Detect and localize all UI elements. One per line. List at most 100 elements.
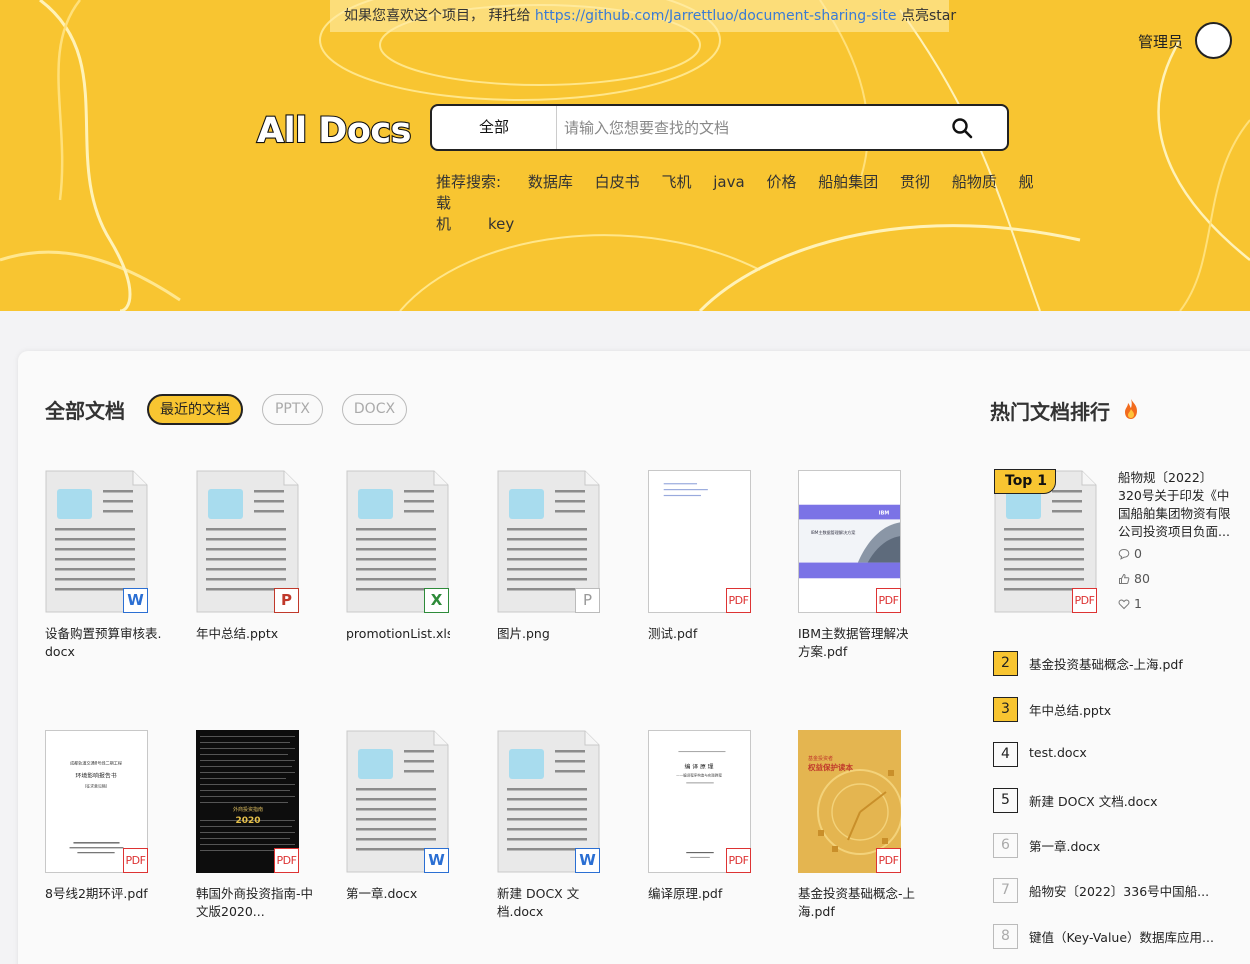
rank-number: 3 <box>993 697 1018 722</box>
filter-recent[interactable]: 最近的文档 <box>147 394 243 425</box>
logo-text: All Docs <box>257 111 411 150</box>
filter-pptx[interactable]: PPTX <box>262 394 323 425</box>
comment-stat: 0 <box>1118 546 1142 562</box>
doc-name: 设备购置预算审核表.docx <box>45 626 162 659</box>
rank-item[interactable]: 4 test.docx <box>993 742 1233 768</box>
recommend-tag[interactable]: key <box>488 215 514 233</box>
search-input[interactable] <box>558 106 938 149</box>
thumbnail-subtitle: ——编译程序构造与实践教程 <box>676 772 722 777</box>
pdf-icon: PDF <box>1072 588 1097 613</box>
rank-doc-name: 键值（Key-Value）数据库应用... <box>1029 930 1214 945</box>
recommend-tag[interactable]: 机 <box>436 215 451 233</box>
heart-icon <box>1118 599 1130 610</box>
banner-decoration <box>0 0 1250 311</box>
rank-number: 4 <box>993 742 1018 767</box>
thumbnail-subtitle: 权益保护读本 <box>807 762 853 772</box>
doc-name: 新建 DOCX 文档.docx <box>497 886 580 919</box>
recommend-tag[interactable]: 船物质 <box>952 173 997 191</box>
pdf-icon: PDF <box>726 588 751 613</box>
doc-name: 测试.pdf <box>648 626 698 641</box>
doc-name: 第一章.docx <box>346 886 418 901</box>
recommend-tag[interactable]: 贯彻 <box>900 173 930 191</box>
rank-number: 5 <box>993 788 1018 813</box>
excel-icon: X <box>424 588 449 613</box>
notice-prefix: 如果您喜欢这个项目， 拜托给 <box>344 8 535 24</box>
rank-item[interactable]: 2 基金投资基础概念-上海.pdf <box>993 651 1233 677</box>
doc-name: 编译原理.pdf <box>648 886 723 901</box>
like-count: 80 <box>1134 571 1150 586</box>
rank-doc-name: 新建 DOCX 文档.docx <box>1029 794 1158 809</box>
admin-label[interactable]: 管理员 <box>1138 31 1183 52</box>
thumbnail-title: 编 译 原 理 <box>684 763 713 771</box>
thumbnail-year: 2020 <box>235 816 260 826</box>
rank-item[interactable]: 3 年中总结.pptx <box>993 697 1233 723</box>
recommend-tag[interactable]: 白皮书 <box>595 173 640 191</box>
thumbs-up-icon <box>1119 573 1130 584</box>
rank-item[interactable]: 6 第一章.docx <box>993 833 1233 859</box>
doc-name: 图片.png <box>497 626 550 641</box>
rank-number: 7 <box>993 878 1018 903</box>
recommend-label: 推荐搜索: <box>436 173 502 191</box>
pdf-icon: PDF <box>876 848 901 873</box>
thumbnail-subtitle: (征求意见稿) <box>85 783 108 788</box>
thumbnail-title: 外商投资指南 <box>233 806 263 813</box>
pdf-icon: PDF <box>726 848 751 873</box>
rank-doc-name: 基金投资基础概念-上海.pdf <box>1029 657 1183 672</box>
github-link[interactable]: https://github.com/Jarrettluo/document-s… <box>535 8 897 24</box>
word-icon: W <box>575 848 600 873</box>
rank-item[interactable]: 7 船物安〔2022〕336号中国船... <box>993 878 1233 904</box>
search-icon[interactable] <box>951 117 973 139</box>
rank-item[interactable]: 8 键值（Key-Value）数据库应用... <box>993 924 1233 950</box>
doc-name: IBM主数据管理解决方案.pdf <box>798 626 909 659</box>
thumbnail-org: 成都轨道交通8号线二期工程 <box>70 760 122 766</box>
rank-number: 8 <box>993 924 1018 949</box>
doc-name: 韩国外商投资指南-中文版2020... <box>196 886 314 919</box>
image-file-icon: P <box>575 588 600 613</box>
powerpoint-icon: P <box>274 588 299 613</box>
thumbnail-title: 环境影响报告书 <box>75 771 116 779</box>
search-scope-select[interactable]: 全部 <box>432 106 557 149</box>
favorite-count: 1 <box>1134 596 1142 611</box>
doc-name: 8号线2期环评.pdf <box>45 886 148 901</box>
recommend-tag[interactable]: 船舶集团 <box>818 173 878 191</box>
hero-banner: 如果您喜欢这个项目， 拜托给 https://github.com/Jarret… <box>0 0 1250 311</box>
doc-name: 基金投资基础概念-上海.pdf <box>798 886 916 919</box>
rank-doc-name: 年中总结.pptx <box>1029 703 1112 718</box>
word-icon: W <box>123 588 148 613</box>
rank-doc-name: test.docx <box>1029 745 1087 760</box>
filter-docx[interactable]: DOCX <box>342 394 407 425</box>
recommend-tag[interactable]: 飞机 <box>661 173 691 191</box>
rank-doc-name: 船物安〔2022〕336号中国船... <box>1029 884 1210 899</box>
pdf-icon: PDF <box>876 588 901 613</box>
doc-name: 年中总结.pptx <box>196 626 279 641</box>
rank-number: 6 <box>993 833 1018 858</box>
rank-item[interactable]: 5 新建 DOCX 文档.docx <box>993 788 1233 814</box>
recommend-searches: 推荐搜索: 数据库 白皮书 飞机 java 价格 船舶集团 贯彻 船物质 舰载 … <box>436 172 1036 235</box>
doc-name: promotionList.xlsx <box>346 626 450 641</box>
top1-badge: Top 1 <box>994 469 1056 494</box>
pdf-icon: PDF <box>123 848 148 873</box>
logo[interactable]: All Docs <box>254 106 414 150</box>
pdf-icon: PDF <box>274 848 299 873</box>
comment-icon <box>1118 548 1130 560</box>
comment-count: 0 <box>1134 546 1142 561</box>
fire-icon <box>1125 399 1137 419</box>
recommend-tag[interactable]: 数据库 <box>528 173 573 191</box>
top1-title[interactable]: 船物规〔2022〕320号关于印发《中国船舶集团物资有限公司投资项目负面... <box>1118 469 1233 541</box>
rank-number: 2 <box>993 651 1018 676</box>
ibm-logo: IBM <box>879 511 890 517</box>
recommend-tag[interactable]: 价格 <box>766 173 796 191</box>
hot-docs-title: 热门文档排行 <box>990 400 1110 424</box>
favorite-stat: 1 <box>1118 596 1142 612</box>
recommend-tag[interactable]: java <box>713 173 744 191</box>
star-notice: 如果您喜欢这个项目， 拜托给 https://github.com/Jarret… <box>330 0 956 32</box>
thumbnail-title: 基金投资者 <box>808 755 833 762</box>
all-docs-title: 全部文档 <box>45 399 125 423</box>
word-icon: W <box>424 848 449 873</box>
rank-doc-name: 第一章.docx <box>1029 839 1101 854</box>
search-bar: 全部 <box>430 104 1009 151</box>
avatar[interactable] <box>1195 22 1232 59</box>
like-stat: 80 <box>1118 571 1150 587</box>
notice-suffix: 点亮star <box>896 8 957 24</box>
thumbnail-title: IBM主数据管理解决方案 <box>811 529 856 535</box>
